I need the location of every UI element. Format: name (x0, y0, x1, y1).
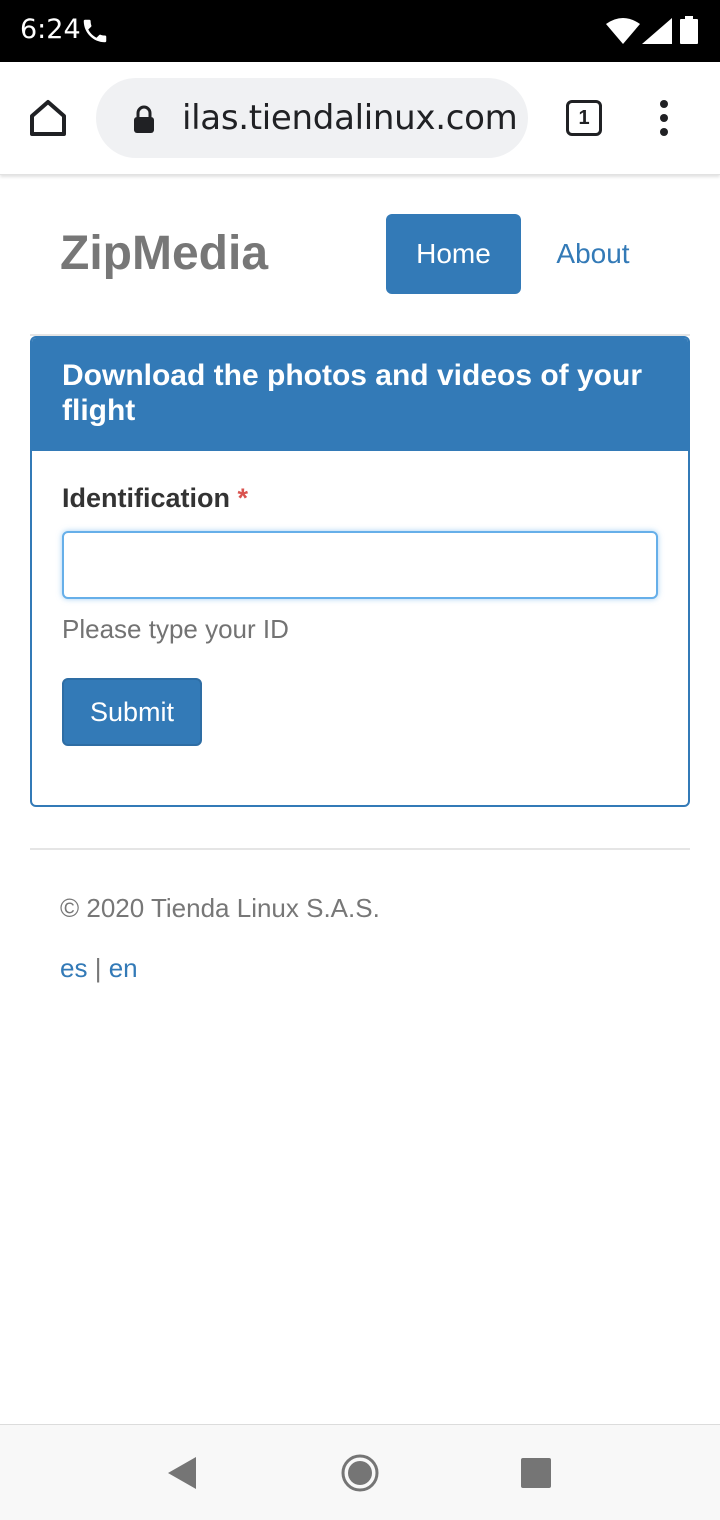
system-nav-bar (0, 1424, 720, 1520)
address-bar[interactable]: ilas.tiendalinux.com (96, 78, 528, 158)
submit-button[interactable]: Submit (62, 678, 202, 746)
lock-icon (134, 105, 154, 133)
phone-icon (83, 19, 107, 43)
wifi-icon (606, 18, 640, 44)
language-switcher: es | en (60, 953, 138, 984)
help-text: Please type your ID (62, 614, 289, 644)
language-separator: | (94, 953, 102, 983)
panel-heading: Download the photos and videos of your f… (32, 338, 688, 451)
tab-count: 1 (566, 100, 602, 136)
download-panel: Download the photos and videos of your f… (30, 336, 690, 807)
required-marker: * (237, 483, 249, 513)
status-bar: 6:24 (0, 0, 720, 62)
language-link-es[interactable]: es (60, 953, 87, 983)
nav-home-button[interactable]: Home (386, 214, 521, 294)
tabs-icon[interactable]: 1 (564, 98, 604, 138)
more-vert-icon[interactable] (646, 98, 682, 138)
nav-about-link[interactable]: About (540, 214, 646, 294)
identification-label: Identification * (62, 483, 248, 514)
status-time: 6:24 (20, 14, 81, 45)
signal-icon (642, 18, 672, 44)
footer-divider (30, 848, 690, 850)
back-icon[interactable] (166, 1455, 198, 1491)
identification-input[interactable] (62, 531, 658, 599)
browser-toolbar: ilas.tiendalinux.com 1 (0, 62, 720, 175)
language-link-en[interactable]: en (109, 953, 138, 983)
brand-logo[interactable]: ZipMedia (60, 226, 268, 281)
copyright-text: © 2020 Tienda Linux S.A.S. (60, 893, 380, 923)
home-circle-icon[interactable] (340, 1453, 380, 1493)
url-text: ilas.tiendalinux.com (182, 98, 518, 138)
battery-icon (680, 16, 698, 44)
recent-apps-icon[interactable] (520, 1457, 552, 1489)
field-label-text: Identification (62, 483, 230, 513)
home-icon[interactable] (26, 96, 70, 140)
